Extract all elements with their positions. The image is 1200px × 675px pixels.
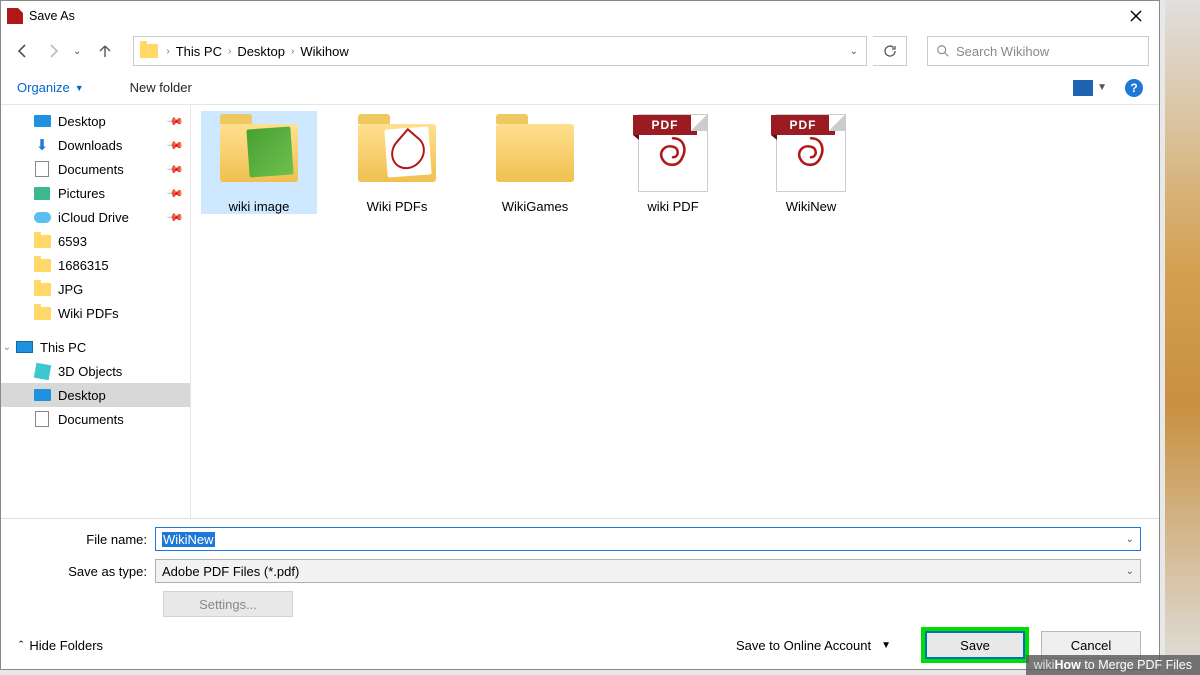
sidebar-item-thispc[interactable]: ⌄This PC <box>1 335 190 359</box>
pin-icon: 📌 <box>166 208 185 227</box>
save-online-dropdown[interactable]: Save to Online Account▼ <box>736 638 891 653</box>
pdf-file-icon: PDF <box>638 114 708 192</box>
watermark: wikiHow to Merge PDF Files <box>1026 655 1200 675</box>
background-image <box>1165 0 1200 675</box>
breadcrumb-thispc[interactable]: This PC <box>172 44 226 59</box>
chevron-down-icon[interactable]: ⌄ <box>1126 566 1134 577</box>
sidebar-item-3dobjects[interactable]: 3D Objects <box>1 359 190 383</box>
pdf-app-icon <box>7 8 23 24</box>
pictures-icon <box>34 187 50 200</box>
savetype-value: Adobe PDF Files (*.pdf) <box>162 564 299 579</box>
new-folder-button[interactable]: New folder <box>130 80 192 95</box>
dialog-body: Desktop📌 ⬇Downloads📌 Documents📌 Pictures… <box>1 105 1159 518</box>
nav-row: ⌄ › This PC › Desktop › Wikihow ⌄ <box>1 31 1159 71</box>
item-label: wiki image <box>229 199 290 214</box>
3d-icon <box>33 362 50 379</box>
item-label: wiki PDF <box>647 199 698 214</box>
download-icon: ⬇ <box>33 137 51 153</box>
filename-field[interactable]: WikiNew ⌄ <box>155 527 1141 551</box>
folder-icon <box>496 124 574 182</box>
sidebar-item-6593[interactable]: 6593 <box>1 229 190 253</box>
savetype-label: Save as type: <box>19 564 155 579</box>
sidebar-item-icloud[interactable]: iCloud Drive📌 <box>1 205 190 229</box>
sidebar-item-documents[interactable]: Documents📌 <box>1 157 190 181</box>
search-icon <box>936 44 950 58</box>
sidebar-item-desktop[interactable]: Desktop📌 <box>1 109 190 133</box>
help-button[interactable]: ? <box>1125 79 1143 97</box>
chevron-right-icon: › <box>226 46 233 57</box>
sidebar-item-wikipdfs[interactable]: Wiki PDFs <box>1 301 190 325</box>
folder-icon <box>34 235 51 248</box>
savetype-field[interactable]: Adobe PDF Files (*.pdf) ⌄ <box>155 559 1141 583</box>
folder-icon <box>220 124 298 182</box>
titlebar: Save As <box>1 1 1159 31</box>
list-item[interactable]: WikiGames <box>477 111 593 214</box>
up-button[interactable] <box>93 39 117 63</box>
pdf-file-icon: PDF <box>776 114 846 192</box>
save-button[interactable]: Save <box>925 631 1025 659</box>
toolbar: Organize▼ New folder ▼ ? <box>1 71 1159 105</box>
folder-icon <box>140 44 158 58</box>
filename-label: File name: <box>19 532 155 547</box>
item-label: WikiGames <box>502 199 568 214</box>
history-dropdown[interactable]: ⌄ <box>71 46 83 57</box>
cloud-icon <box>34 212 51 223</box>
folder-icon <box>34 307 51 320</box>
settings-button[interactable]: Settings... <box>163 591 293 617</box>
refresh-button[interactable] <box>873 36 907 66</box>
folder-icon <box>34 283 51 296</box>
breadcrumb-wikihow[interactable]: Wikihow <box>296 44 352 59</box>
sidebar-item-downloads[interactable]: ⬇Downloads📌 <box>1 133 190 157</box>
list-item[interactable]: Wiki PDFs <box>339 111 455 214</box>
pin-icon: 📌 <box>166 184 185 203</box>
breadcrumb-desktop[interactable]: Desktop <box>233 44 289 59</box>
address-dropdown-icon[interactable]: ⌄ <box>850 46 858 57</box>
save-as-dialog: Save As ⌄ › This PC › Desktop › Wikihow … <box>0 0 1160 670</box>
list-item[interactable]: PDF WikiNew <box>753 111 869 214</box>
close-button[interactable] <box>1113 1 1159 31</box>
pin-icon: 📌 <box>166 136 185 155</box>
window-title: Save As <box>29 9 1113 23</box>
organize-menu[interactable]: Organize▼ <box>17 80 84 95</box>
sidebar-item-pictures[interactable]: Pictures📌 <box>1 181 190 205</box>
document-icon <box>35 161 49 177</box>
pin-icon: 📌 <box>166 160 185 179</box>
view-mode-dropdown[interactable]: ▼ <box>1097 82 1107 93</box>
chevron-up-icon: ˆ <box>19 638 23 653</box>
document-icon <box>35 411 49 427</box>
chevron-down-icon: ▼ <box>881 640 891 651</box>
chevron-right-icon: › <box>164 46 171 57</box>
save-highlight: Save <box>921 627 1029 663</box>
filename-value: WikiNew <box>162 532 215 547</box>
pin-icon: 📌 <box>166 112 185 131</box>
search-box[interactable] <box>927 36 1149 66</box>
item-label: WikiNew <box>786 199 837 214</box>
desktop-icon <box>34 115 51 127</box>
chevron-right-icon: ⌄ <box>1 342 13 353</box>
sidebar-item-documents-pc[interactable]: Documents <box>1 407 190 431</box>
sidebar-item-jpg[interactable]: JPG <box>1 277 190 301</box>
chevron-right-icon: › <box>289 46 296 57</box>
pc-icon <box>16 341 33 353</box>
chevron-down-icon[interactable]: ⌄ <box>1126 534 1134 545</box>
sidebar-item-desktop-pc[interactable]: Desktop <box>1 383 190 407</box>
sidebar[interactable]: Desktop📌 ⬇Downloads📌 Documents📌 Pictures… <box>1 105 191 518</box>
close-icon <box>1130 10 1142 22</box>
folder-icon <box>358 124 436 182</box>
list-item[interactable]: wiki image <box>201 111 317 214</box>
hide-folders-button[interactable]: ˆHide Folders <box>19 638 103 653</box>
list-item[interactable]: PDF wiki PDF <box>615 111 731 214</box>
item-label: Wiki PDFs <box>367 199 428 214</box>
back-button[interactable] <box>11 39 35 63</box>
sidebar-item-1686315[interactable]: 1686315 <box>1 253 190 277</box>
address-bar[interactable]: › This PC › Desktop › Wikihow ⌄ <box>133 36 867 66</box>
search-input[interactable] <box>956 44 1140 59</box>
folder-icon <box>34 259 51 272</box>
footer: ˆHide Folders Save to Online Account▼ Sa… <box>1 621 1159 669</box>
desktop-icon <box>34 389 51 401</box>
file-list[interactable]: wiki image Wiki PDFs WikiGames PDF wiki … <box>191 105 1159 518</box>
bottom-panel: File name: WikiNew ⌄ Save as type: Adobe … <box>1 518 1159 621</box>
forward-button[interactable] <box>41 39 65 63</box>
view-mode-button[interactable] <box>1073 80 1093 96</box>
